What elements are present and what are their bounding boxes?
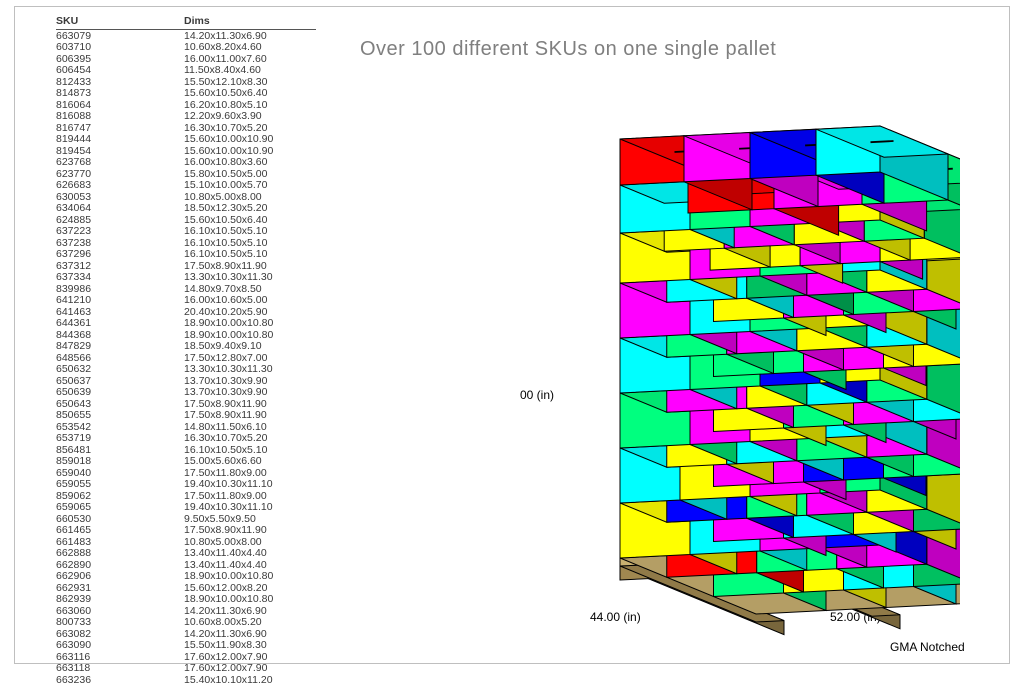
cell-dims: 15.00x5.60x6.60 (184, 456, 316, 468)
cell-sku: 626683 (56, 180, 184, 192)
table-row: 66311817.60x12.00x7.90 (56, 663, 316, 675)
table-row: 63406418.50x12.30x5.20 (56, 203, 316, 215)
table-row: 65905519.40x10.30x11.10 (56, 479, 316, 491)
table-row: 62668315.10x10.00x5.70 (56, 180, 316, 192)
table-row: 65906519.40x10.30x11.10 (56, 502, 316, 514)
cell-sku: 663090 (56, 640, 184, 652)
cell-sku: 819444 (56, 134, 184, 146)
col-header-sku: SKU (56, 16, 184, 28)
cell-dims: 19.40x10.30x11.10 (184, 502, 316, 514)
axis-label-height: 00 (in) (520, 388, 554, 402)
table-row: 80073310.60x8.00x5.20 (56, 617, 316, 629)
cell-sku: 644361 (56, 318, 184, 330)
table-row: 64436118.90x10.00x10.80 (56, 318, 316, 330)
cell-sku: 663118 (56, 663, 184, 675)
cell-dims: 17.50x8.90x11.90 (184, 410, 316, 422)
cell-sku: 850655 (56, 410, 184, 422)
cell-sku: 816088 (56, 111, 184, 123)
headline-caption: Over 100 different SKUs on one single pa… (360, 38, 776, 61)
table-row: 63733413.30x10.30x11.30 (56, 272, 316, 284)
cell-dims: 16.10x10.50x5.10 (184, 249, 316, 261)
table-row: 81944415.60x10.00x10.90 (56, 134, 316, 146)
cell-dims: 16.30x10.70x5.20 (184, 433, 316, 445)
table-row: 66146517.50x8.90x11.90 (56, 525, 316, 537)
table-header-row: SKU Dims (56, 16, 316, 30)
cell-dims: 17.50x8.90x11.90 (184, 525, 316, 537)
cell-dims: 18.90x10.00x10.80 (184, 571, 316, 583)
table-row: 65063213.30x10.30x11.30 (56, 364, 316, 376)
table-row: 65063913.70x10.30x9.90 (56, 387, 316, 399)
table-row: 65371916.30x10.70x5.20 (56, 433, 316, 445)
cell-sku: 663236 (56, 675, 184, 686)
cell-sku: 623768 (56, 157, 184, 169)
cell-dims: 16.00x10.80x3.60 (184, 157, 316, 169)
cell-sku: 662906 (56, 571, 184, 583)
cell-sku: 641210 (56, 295, 184, 307)
cell-dims: 13.30x10.30x11.30 (184, 272, 316, 284)
cell-dims: 13.40x11.40x4.40 (184, 548, 316, 560)
table-row: 66309015.50x11.90x8.30 (56, 640, 316, 652)
table-row: 85901815.00x5.60x6.60 (56, 456, 316, 468)
cell-dims: 18.90x10.00x10.80 (184, 594, 316, 606)
cell-dims: 15.40x10.10x11.20 (184, 675, 316, 686)
table-row: 81608812.20x9.60x3.90 (56, 111, 316, 123)
cell-dims: 10.60x8.20x4.60 (184, 42, 316, 54)
cell-dims: 18.90x10.00x10.80 (184, 318, 316, 330)
table-row: 63722316.10x10.50x5.10 (56, 226, 316, 238)
table-row: 66323615.40x10.10x11.20 (56, 675, 316, 686)
cell-sku: 661465 (56, 525, 184, 537)
cell-sku: 650639 (56, 387, 184, 399)
cell-sku: 862939 (56, 594, 184, 606)
cell-dims: 17.60x12.00x7.90 (184, 663, 316, 675)
table-row: 66290618.90x10.00x10.80 (56, 571, 316, 583)
cell-dims: 15.60x10.00x10.90 (184, 134, 316, 146)
table-row: 63729616.10x10.50x5.10 (56, 249, 316, 261)
cell-sku: 800733 (56, 617, 184, 629)
pallet-visualization: 00 (in) 44.00 (in) 52.00 (in) GMA Notche… (520, 80, 960, 640)
cell-dims: 16.10x10.50x5.10 (184, 226, 316, 238)
cell-dims: 18.50x12.30x5.20 (184, 203, 316, 215)
cell-sku: 847829 (56, 341, 184, 353)
cell-dims: 13.30x10.30x11.30 (184, 364, 316, 376)
cell-sku: 859018 (56, 456, 184, 468)
pallet-type-label: GMA Notched (890, 640, 965, 654)
cell-sku: 603710 (56, 42, 184, 54)
cell-dims: 15.50x11.90x8.30 (184, 640, 316, 652)
table-row: 64121016.00x10.60x5.00 (56, 295, 316, 307)
table-row: 85065517.50x8.90x11.90 (56, 410, 316, 422)
table-body: 66307914.20x11.30x6.9060371010.60x8.20x4… (56, 31, 316, 686)
table-row: 60645411.50x8.40x4.60 (56, 65, 316, 77)
cell-sku: 653719 (56, 433, 184, 445)
table-row: 84782918.50x9.40x9.10 (56, 341, 316, 353)
cell-dims: 12.20x9.60x3.90 (184, 111, 316, 123)
pallet-3d-svg (560, 80, 960, 640)
cell-sku: 637334 (56, 272, 184, 284)
cell-sku: 650632 (56, 364, 184, 376)
cell-dims: 13.70x10.30x9.90 (184, 387, 316, 399)
col-header-dims: Dims (184, 16, 316, 28)
cell-sku: 637223 (56, 226, 184, 238)
cell-sku: 662888 (56, 548, 184, 560)
cell-dims: 18.50x9.40x9.10 (184, 341, 316, 353)
table-row: 86293918.90x10.00x10.80 (56, 594, 316, 606)
cell-sku: 814873 (56, 88, 184, 100)
table-row: 60371010.60x8.20x4.60 (56, 42, 316, 54)
cell-sku: 637296 (56, 249, 184, 261)
table-row: 66288813.40x11.40x4.40 (56, 548, 316, 560)
cell-dims: 16.00x10.60x5.00 (184, 295, 316, 307)
cell-sku: 659065 (56, 502, 184, 514)
cell-sku: 634064 (56, 203, 184, 215)
cell-sku: 659055 (56, 479, 184, 491)
cell-dims: 19.40x10.30x11.10 (184, 479, 316, 491)
cell-dims: 11.50x8.40x4.60 (184, 65, 316, 77)
sku-dims-table: SKU Dims 66307914.20x11.30x6.9060371010.… (56, 16, 316, 686)
table-row: 62376816.00x10.80x3.60 (56, 157, 316, 169)
cell-dims: 10.60x8.00x5.20 (184, 617, 316, 629)
cell-sku: 606454 (56, 65, 184, 77)
table-row: 81487315.60x10.50x6.40 (56, 88, 316, 100)
cell-dims: 15.10x10.00x5.70 (184, 180, 316, 192)
cell-dims: 15.60x10.50x6.40 (184, 88, 316, 100)
